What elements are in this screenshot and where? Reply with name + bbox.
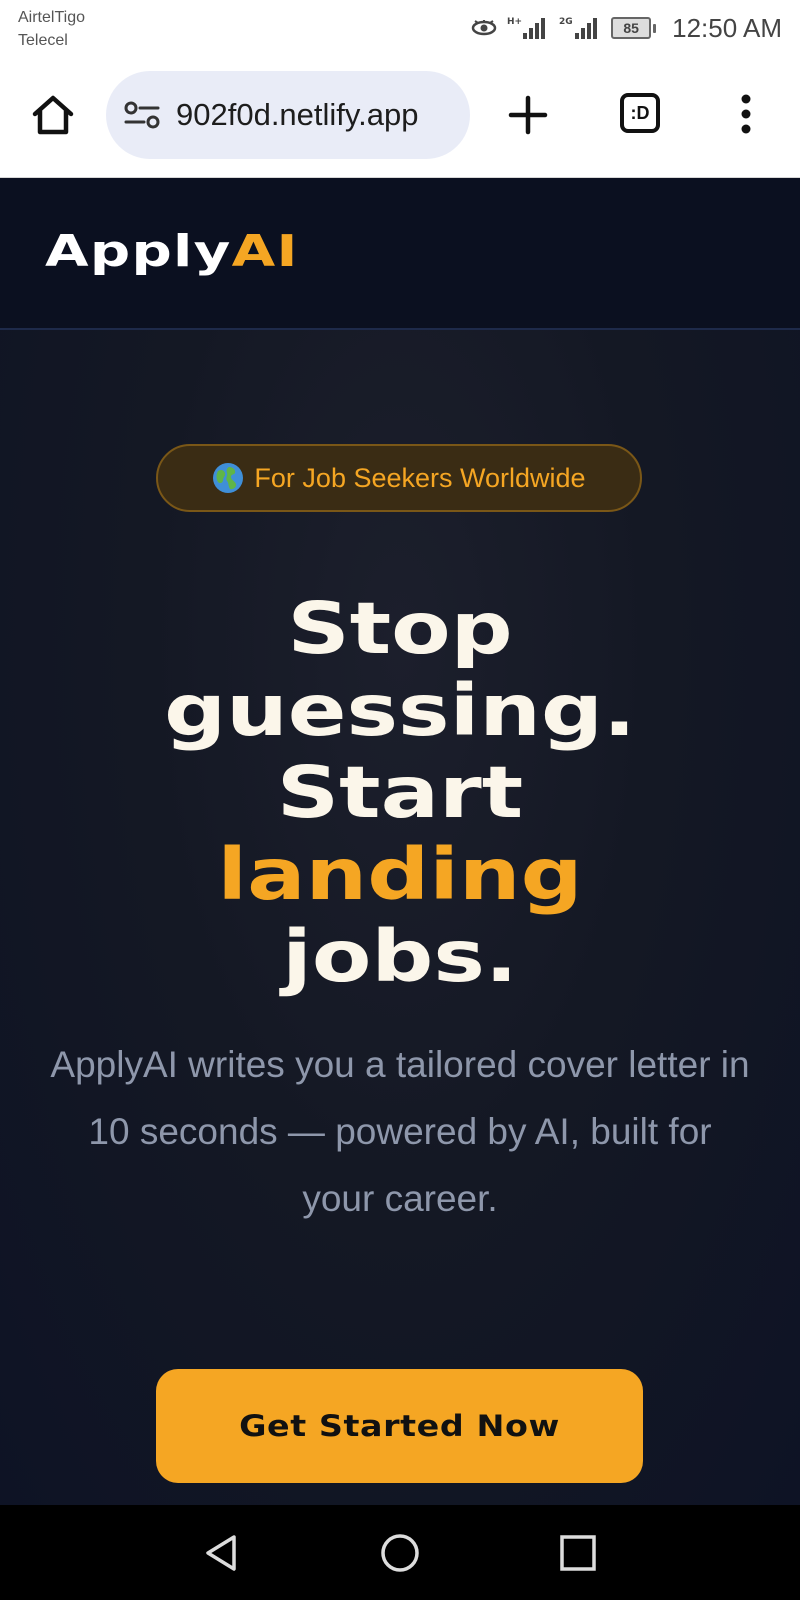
logo-accent: AI — [231, 226, 299, 277]
audience-badge: For Job Seekers Worldwide — [156, 444, 642, 512]
tabs-switcher-button[interactable]: :D — [620, 93, 660, 133]
battery-icon: 85 — [611, 17, 657, 39]
new-tab-plus-icon[interactable] — [506, 90, 550, 140]
signal-2g-icon: 2G — [559, 17, 598, 39]
status-bar: AirtelTigo Telecel H+ 2G 85 12:50 AM — [0, 0, 800, 56]
carrier-secondary: Telecel — [18, 32, 68, 49]
clock: 12:50 AM — [672, 12, 782, 43]
more-vert-icon[interactable] — [730, 92, 762, 136]
headline-line-1: Stop — [287, 587, 513, 670]
home-circle-icon[interactable] — [380, 1533, 420, 1573]
logo-main: Apply — [45, 226, 232, 277]
address-bar[interactable]: 902f0d.netlify.app — [106, 71, 470, 159]
applyai-logo[interactable]: ApplyAI — [45, 226, 299, 277]
webpage: ApplyAI For Job Seekers Worldwide Stop g… — [0, 178, 800, 1505]
globe-icon — [213, 463, 244, 493]
eye-comfort-icon — [471, 20, 497, 36]
carrier-info: AirtelTigo Telecel — [18, 6, 85, 52]
browser-toolbar: 902f0d.netlify.app :D — [0, 56, 800, 178]
get-started-button[interactable]: Get Started Now — [156, 1369, 643, 1483]
system-nav-bar — [0, 1505, 800, 1600]
headline-line-3: Start — [276, 751, 524, 834]
status-icons: H+ 2G 85 12:50 AM — [471, 10, 782, 46]
back-triangle-icon[interactable] — [202, 1533, 242, 1573]
headline-line-4-highlight: landing — [217, 833, 583, 916]
battery-level: 85 — [611, 17, 652, 39]
carrier-primary: AirtelTigo — [18, 9, 85, 26]
recents-square-icon[interactable] — [559, 1534, 597, 1572]
site-settings-icon[interactable] — [124, 101, 160, 129]
network-type-1: H+ — [507, 17, 522, 27]
get-started-label: Get Started Now — [239, 1409, 560, 1443]
site-header: ApplyAI — [0, 178, 800, 330]
network-type-2: 2G — [559, 17, 573, 27]
url-text[interactable]: 902f0d.netlify.app — [176, 95, 456, 135]
headline-line-2: guessing. — [164, 669, 636, 752]
hero-subtext: ApplyAI writes you a tailored cover lett… — [50, 1044, 750, 1219]
home-icon[interactable] — [28, 90, 78, 140]
signal-h-plus-icon: H+ — [507, 17, 546, 39]
badge-text: For Job Seekers Worldwide — [254, 462, 586, 493]
hero-headline: Stop guessing. Start landing jobs. — [0, 588, 800, 998]
headline-line-5: jobs. — [282, 915, 518, 998]
